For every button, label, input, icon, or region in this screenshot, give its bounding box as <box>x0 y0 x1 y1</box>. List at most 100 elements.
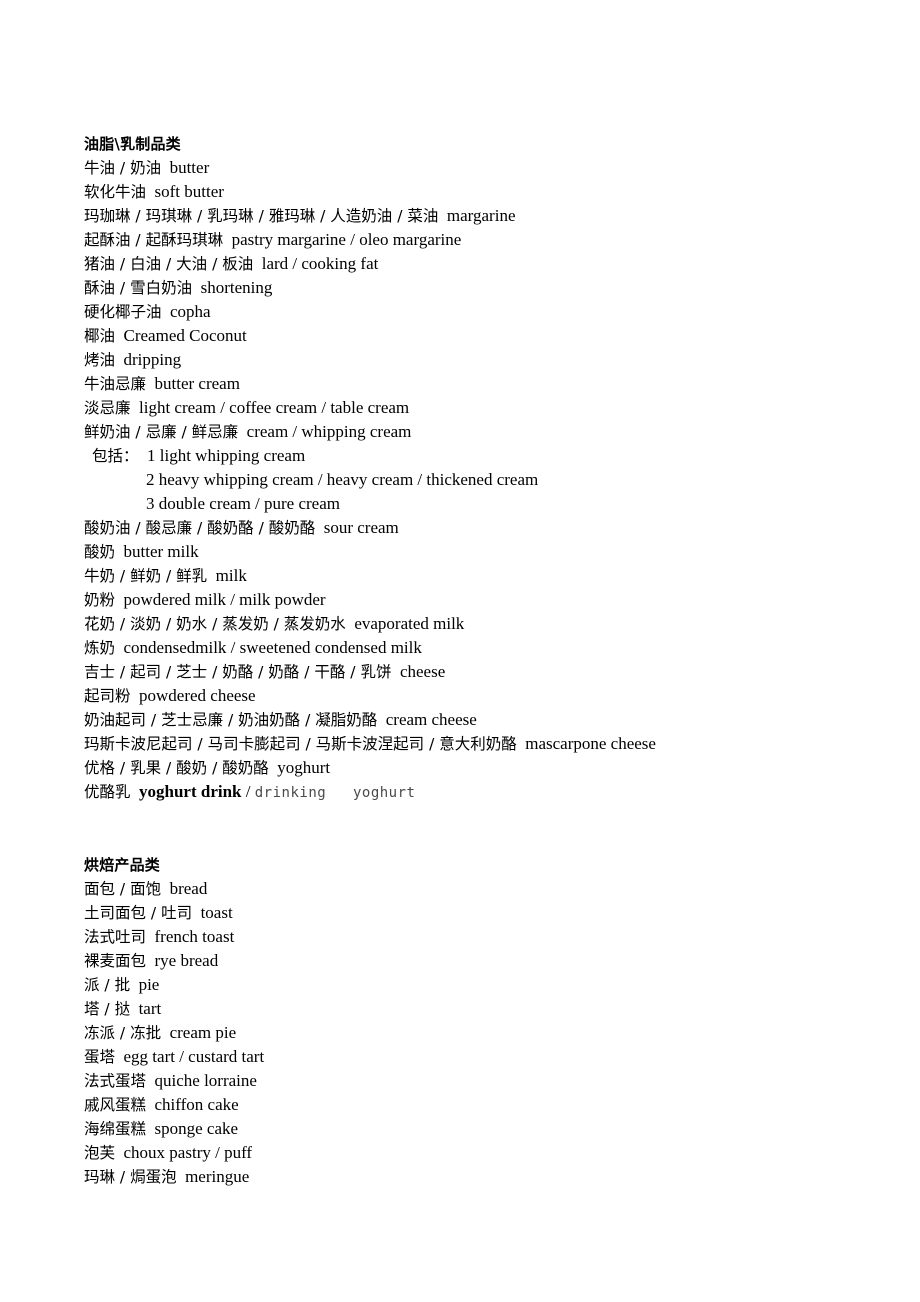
glossary-entry: 土司面包 / 吐司 toast <box>84 901 920 925</box>
glossary-entry: 猪油 / 白油 / 大油 / 板油 lard / cooking fat <box>84 252 920 276</box>
entry-term-en: rye bread <box>154 951 219 970</box>
glossary-entry: 玛斯卡波尼起司 / 马司卡膨起司 / 马斯卡波涅起司 / 意大利奶酪 masca… <box>84 732 920 756</box>
glossary-entry: 2 heavy whipping cream / heavy cream / t… <box>84 468 920 492</box>
entry-term-en: pie <box>138 975 160 994</box>
entry-term-cn: 土司面包 / 吐司 <box>84 904 193 922</box>
glossary-entry: 牛奶 / 鲜奶 / 鲜乳 milk <box>84 564 920 588</box>
entry-term-en: yoghurt <box>277 758 331 777</box>
entry-term-cn: 法式蛋塔 <box>84 1072 147 1090</box>
glossary-entry: 玛珈琳 / 玛琪琳 / 乳玛琳 / 雅玛琳 / 人造奶油 / 菜油 margar… <box>84 204 920 228</box>
glossary-section: 油脂\乳制品类 牛油 / 奶油 butter 软化牛油 soft butter 玛珈琳… <box>84 132 920 805</box>
glossary-entry: 法式蛋塔 quiche lorraine <box>84 1069 920 1093</box>
glossary-entry: 花奶 / 淡奶 / 奶水 / 蒸发奶 / 蒸发奶水 evaporated mil… <box>84 612 920 636</box>
entry-term-en: margarine <box>446 206 516 225</box>
glossary-entry: 软化牛油 soft butter <box>84 180 920 204</box>
entry-term-en: toast <box>200 903 233 922</box>
glossary-entry: 包括： 1 light whipping cream <box>84 444 920 468</box>
glossary-entry: 吉士 / 起司 / 芝士 / 奶酪 / 奶酪 / 干酪 / 乳饼 cheese <box>84 660 920 684</box>
entry-term-en: 3 double cream / pure cream <box>146 494 340 513</box>
entry-term-cn: 奶油起司 / 芝士忌廉 / 奶油奶酪 / 凝脂奶酪 <box>84 711 378 729</box>
entry-term-cn: 软化牛油 <box>84 183 147 201</box>
entry-term-cn: 法式吐司 <box>84 928 147 946</box>
entry-term-en-primary: yoghurt drink <box>139 782 242 801</box>
entry-term-en: cream cheese <box>385 710 477 729</box>
entry-term-cn: 冻派 / 冻批 <box>84 1024 162 1042</box>
glossary-entry: 戚风蛋糕 chiffon cake <box>84 1093 920 1117</box>
entry-term-en: tart <box>138 999 162 1018</box>
entry-term-cn: 优酪乳 <box>84 783 131 801</box>
glossary-entry: 海绵蛋糕 sponge cake <box>84 1117 920 1141</box>
glossary-entry: 冻派 / 冻批 cream pie <box>84 1021 920 1045</box>
entry-term-cn: 炼奶 <box>84 639 116 657</box>
entry-term-cn: 蛋塔 <box>84 1048 116 1066</box>
entry-term-en: cream pie <box>169 1023 237 1042</box>
glossary-entry: 起司粉 powdered cheese <box>84 684 920 708</box>
entry-term-en: dripping <box>123 350 182 369</box>
document-body: 油脂\乳制品类 牛油 / 奶油 butter 软化牛油 soft butter 玛珈琳… <box>84 132 920 1189</box>
glossary-entry: 奶油起司 / 芝士忌廉 / 奶油奶酪 / 凝脂奶酪 cream cheese <box>84 708 920 732</box>
entry-term-en: meringue <box>185 1167 250 1186</box>
glossary-entry: 优格 / 乳果 / 酸奶 / 酸奶酪 yoghurt <box>84 756 920 780</box>
entry-term-en: mascarpone cheese <box>525 734 656 753</box>
entry-term-en: butter milk <box>123 542 199 561</box>
entry-term-en: milk <box>215 566 247 585</box>
entry-term-cn: 玛珈琳 / 玛琪琳 / 乳玛琳 / 雅玛琳 / 人造奶油 / 菜油 <box>84 207 439 225</box>
entry-term-cn: 牛油 / 奶油 <box>84 159 162 177</box>
entry-term-en: butter cream <box>154 374 240 393</box>
glossary-entry: 椰油 Creamed Coconut <box>84 324 920 348</box>
entry-term-en: bread <box>169 879 208 898</box>
entry-term-en: Creamed Coconut <box>123 326 247 345</box>
glossary-section: 烘焙产品类 面包 / 面饱 bread 土司面包 / 吐司 toast 法式吐司 fr… <box>84 853 920 1189</box>
glossary-entry: 泡芙 choux pastry / puff <box>84 1141 920 1165</box>
glossary-entry: 牛油 / 奶油 butter <box>84 156 920 180</box>
entry-term-en-alt: drinking yoghurt <box>254 785 416 801</box>
glossary-entry: 硬化椰子油 copha <box>84 300 920 324</box>
entry-term-en: 1 light whipping cream <box>147 446 306 465</box>
entry-term-cn: 玛琳 / 焗蛋泡 <box>84 1168 177 1186</box>
entry-term-en: soft butter <box>154 182 224 201</box>
entry-term-cn: 戚风蛋糕 <box>84 1096 147 1114</box>
entry-term-cn: 猪油 / 白油 / 大油 / 板油 <box>84 255 254 273</box>
glossary-entry: 3 double cream / pure cream <box>84 492 920 516</box>
entry-term-cn: 泡芙 <box>84 1144 116 1162</box>
entry-term-cn: 起酥油 / 起酥玛琪琳 <box>84 231 224 249</box>
entry-separator: / <box>241 782 255 801</box>
entry-term-en: quiche lorraine <box>154 1071 257 1090</box>
glossary-entry: 蛋塔 egg tart / custard tart <box>84 1045 920 1069</box>
entry-term-cn: 面包 / 面饱 <box>84 880 162 898</box>
glossary-entry: 裸麦面包 rye bread <box>84 949 920 973</box>
glossary-entry: 鲜奶油 / 忌廉 / 鲜忌廉 cream / whipping cream <box>84 420 920 444</box>
glossary-entry: 优酪乳 yoghurt drink / drinking yoghurt <box>84 780 920 805</box>
entry-term-cn: 硬化椰子油 <box>84 303 162 321</box>
entry-term-cn: 包括： <box>92 447 139 465</box>
entry-term-en: light cream / coffee cream / table cream <box>139 398 410 417</box>
entry-term-en: shortening <box>200 278 273 297</box>
glossary-entry: 牛油忌廉 butter cream <box>84 372 920 396</box>
entry-term-cn: 起司粉 <box>84 687 131 705</box>
entry-term-cn: 鲜奶油 / 忌廉 / 鲜忌廉 <box>84 423 239 441</box>
glossary-entry: 玛琳 / 焗蛋泡 meringue <box>84 1165 920 1189</box>
entry-term-cn: 淡忌廉 <box>84 399 131 417</box>
document-page: 油脂\乳制品类 牛油 / 奶油 butter 软化牛油 soft butter 玛珈琳… <box>0 0 920 1302</box>
entry-term-en: 2 heavy whipping cream / heavy cream / t… <box>146 470 539 489</box>
entry-term-en: cream / whipping cream <box>246 422 412 441</box>
entry-term-en: pastry margarine / oleo margarine <box>231 230 462 249</box>
entry-term-cn: 椰油 <box>84 327 116 345</box>
entry-term-en: butter <box>169 158 210 177</box>
glossary-entry: 派 / 批 pie <box>84 973 920 997</box>
section-heading: 烘焙产品类 <box>84 856 161 874</box>
section-heading: 油脂\乳制品类 <box>84 135 181 153</box>
entry-term-en: evaporated milk <box>354 614 465 633</box>
glossary-entry: 酥油 / 雪白奶油 shortening <box>84 276 920 300</box>
glossary-entry: 塔 / 挞 tart <box>84 997 920 1021</box>
entry-term-en: powdered milk / milk powder <box>123 590 326 609</box>
entry-term-cn: 海绵蛋糕 <box>84 1120 147 1138</box>
entry-term-en: powdered cheese <box>139 686 256 705</box>
entry-term-en: sponge cake <box>154 1119 239 1138</box>
glossary-entry: 酸奶 butter milk <box>84 540 920 564</box>
glossary-entry: 面包 / 面饱 bread <box>84 877 920 901</box>
entry-term-cn: 派 / 批 <box>84 976 131 994</box>
entry-term-en: french toast <box>154 927 235 946</box>
entry-term-cn: 牛油忌廉 <box>84 375 147 393</box>
entry-term-cn: 优格 / 乳果 / 酸奶 / 酸奶酪 <box>84 759 269 777</box>
